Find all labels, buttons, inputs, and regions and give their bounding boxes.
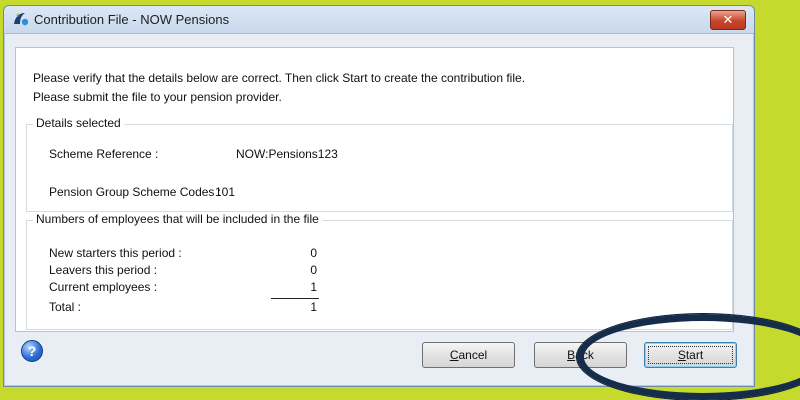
scheme-reference-label: Scheme Reference : — [49, 147, 159, 161]
leavers-label: Leavers this period : — [49, 263, 158, 277]
content-panel: Please verify that the details below are… — [15, 47, 734, 332]
cancel-label: ancel — [458, 348, 488, 362]
employee-numbers-legend: Numbers of employees that will be includ… — [33, 212, 322, 226]
start-highlight-circle — [577, 314, 800, 400]
total-value: 1 — [310, 300, 317, 314]
details-group: Details selected Scheme Reference : NOW:… — [26, 116, 733, 212]
total-label: Total : — [49, 300, 82, 314]
window-title: Contribution File - NOW Pensions — [34, 12, 230, 27]
group-codes-value: 101 — [215, 185, 236, 199]
back-accelerator: B — [567, 348, 576, 362]
help-icon[interactable]: ? — [21, 340, 43, 362]
close-icon: ✕ — [722, 12, 734, 27]
details-legend: Details selected — [33, 116, 124, 130]
total-divider — [271, 298, 319, 299]
title-bar[interactable]: Contribution File - NOW Pensions ✕ — [4, 6, 754, 34]
employee-numbers-group: Numbers of employees that will be includ… — [26, 212, 733, 330]
current-employees-value: 1 — [310, 280, 317, 294]
leavers-value: 0 — [310, 263, 317, 277]
intro-text: Please verify that the details below are… — [33, 69, 525, 107]
help-glyph: ? — [27, 343, 37, 359]
current-employees-label: Current employees : — [49, 280, 158, 294]
new-starters-label: New starters this period : — [49, 246, 182, 260]
new-starters-value: 0 — [310, 246, 317, 260]
close-button[interactable]: ✕ — [710, 10, 746, 30]
app-icon — [14, 13, 29, 26]
intro-line-2: Please submit the file to your pension p… — [33, 90, 282, 104]
scheme-reference-value: NOW:Pensions123 — [236, 147, 338, 161]
intro-line-1: Please verify that the details below are… — [33, 71, 526, 85]
group-codes-label: Pension Group Scheme Codes : — [49, 185, 222, 199]
cancel-button[interactable]: Cancel — [422, 342, 515, 368]
